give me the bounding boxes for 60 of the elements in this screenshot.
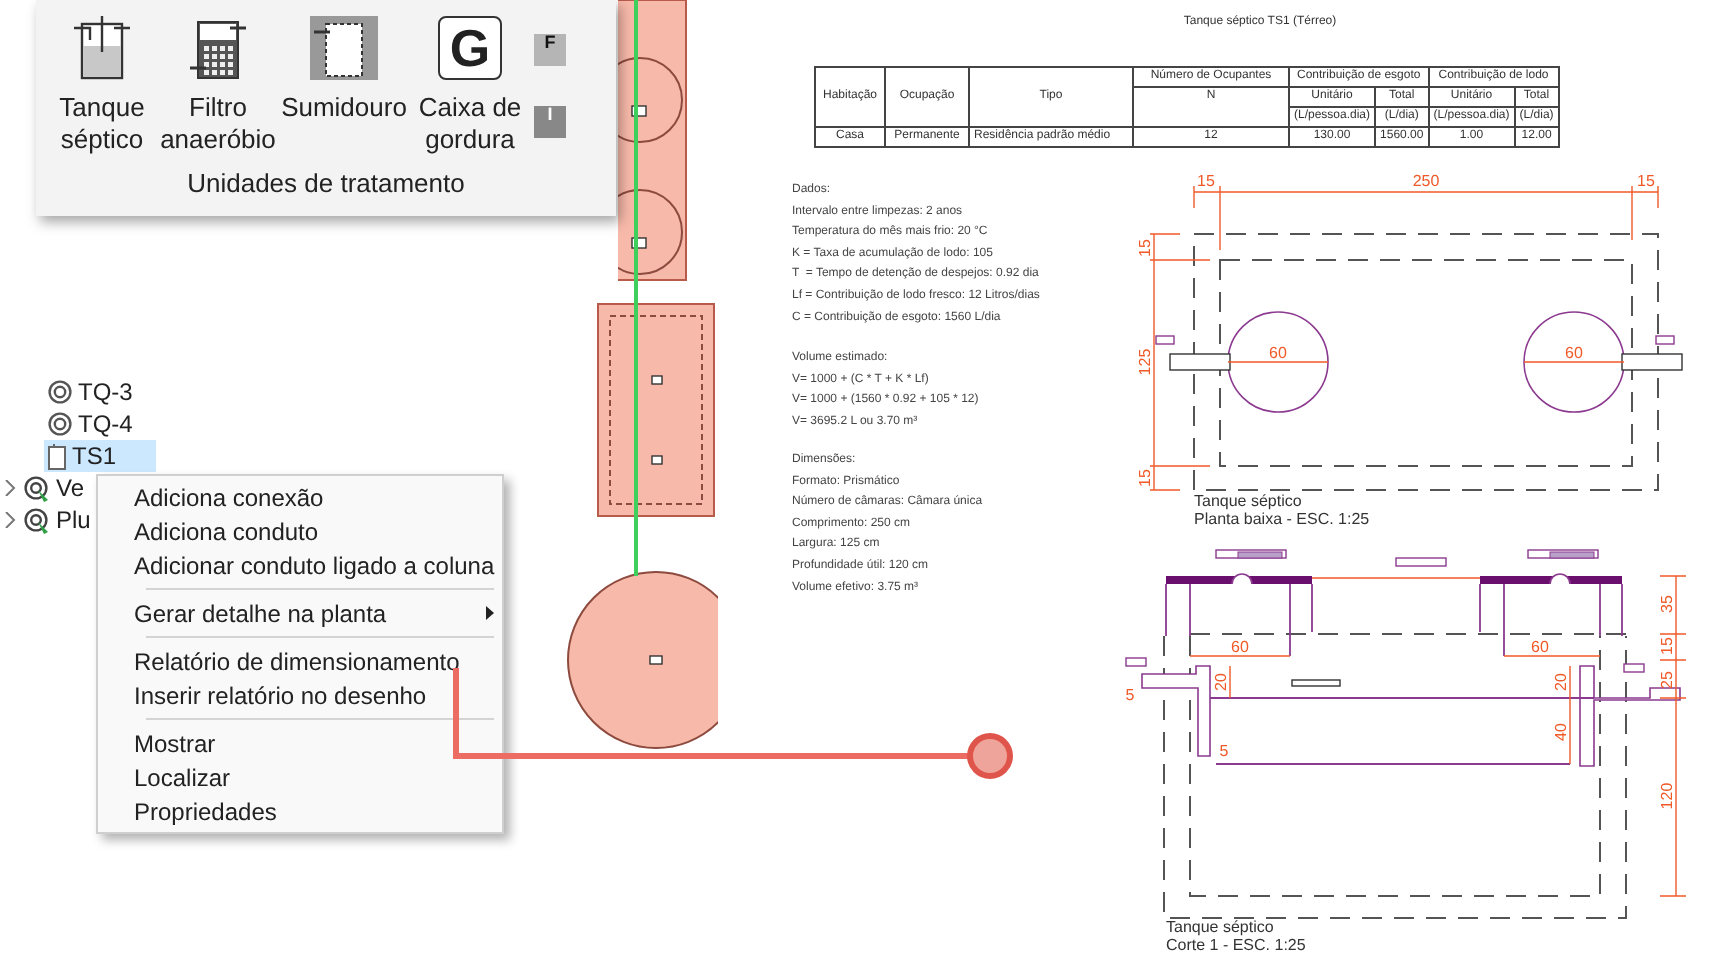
ribbon-button[interactable]: Filtro anaeróbio <box>160 12 276 156</box>
drawing-caption: Corte 1 - ESC. 1:25 <box>1166 936 1306 954</box>
dimension-label: 120 <box>1658 782 1676 810</box>
dimension-label: 15 <box>1136 469 1154 487</box>
tree-item[interactable]: TQ-4 <box>44 408 135 440</box>
dimension-label: 20 <box>1552 673 1570 691</box>
dimension-label: 250 <box>1412 172 1440 190</box>
ring-icon <box>48 380 72 404</box>
dimension-label: 60 <box>1531 638 1549 656</box>
drain-pit-icon <box>310 12 378 80</box>
dimension-label: 20 <box>1212 673 1230 691</box>
tree-label: Plu <box>56 504 91 538</box>
submenu-arrow-icon <box>486 606 494 620</box>
ring-icon <box>48 412 72 436</box>
ring-pin-icon <box>24 507 50 533</box>
dimension-label: 60 <box>1231 638 1249 656</box>
tree-label: TQ-4 <box>78 408 133 442</box>
group-label: Unidades de tratamento <box>185 168 467 200</box>
small-ribbon-button[interactable]: F <box>532 32 568 68</box>
menu-item[interactable]: Mostrar <box>98 726 502 760</box>
menu-item[interactable]: Adiciona conexão <box>98 480 502 514</box>
grease-trap-icon: G <box>438 16 502 80</box>
tree-label: TS1 <box>72 440 117 474</box>
tank-icon <box>74 12 130 80</box>
ribbon-button[interactable]: Sumidouro <box>276 12 412 124</box>
menu-item[interactable]: Adicionar conduto ligado a coluna <box>98 548 502 582</box>
dimension-label: 125 <box>1136 348 1154 376</box>
dimension-label: 15 <box>1658 637 1676 655</box>
drawing-caption: Planta baixa - ESC. 1:25 <box>1194 510 1370 528</box>
menu-item[interactable]: Inserir relatório no desenho <box>98 678 502 712</box>
ring-pin-icon <box>24 475 50 501</box>
dimension-label: 35 <box>1658 595 1676 613</box>
chevron-right-icon[interactable] <box>2 478 18 498</box>
dimension-label: 15 <box>1637 172 1655 190</box>
dimension-label: 5 <box>1219 742 1229 760</box>
dimension-label: 15 <box>1197 172 1215 190</box>
dimension-label: 40 <box>1552 723 1570 741</box>
dimension-label: 15 <box>1136 239 1154 257</box>
tank-icon <box>48 443 66 469</box>
menu-item[interactable]: Localizar <box>98 760 502 794</box>
small-ribbon-button[interactable]: I <box>532 104 568 140</box>
menu-item[interactable]: Adiciona conduto <box>98 514 502 548</box>
dimension-label: 60 <box>1269 344 1287 362</box>
dimension-label: 25 <box>1658 671 1676 689</box>
ribbon-button[interactable]: G Caixa de gordura <box>412 12 528 156</box>
drawing-caption: Tanque séptico <box>1166 918 1276 936</box>
dimension-label: 5 <box>1125 686 1135 704</box>
tree-item[interactable]: Plu <box>20 504 93 536</box>
dimension-label: 60 <box>1565 344 1583 362</box>
tree-item[interactable]: TS1 <box>44 440 157 472</box>
tree-label: TQ-3 <box>78 376 133 410</box>
menu-item[interactable]: Relatório de dimensionamento <box>98 644 502 678</box>
menu-item[interactable]: Propriedades <box>98 794 502 828</box>
tree-item[interactable]: TQ-3 <box>44 376 135 408</box>
chevron-right-icon[interactable] <box>2 510 18 530</box>
ribbon-button[interactable]: Tanque séptico <box>44 12 160 156</box>
tree-item[interactable]: Ve <box>20 472 87 504</box>
drawing-caption: Tanque séptico <box>1194 492 1304 510</box>
tree-label: Ve <box>56 472 85 506</box>
menu-item[interactable]: Gerar detalhe na planta <box>98 596 502 630</box>
